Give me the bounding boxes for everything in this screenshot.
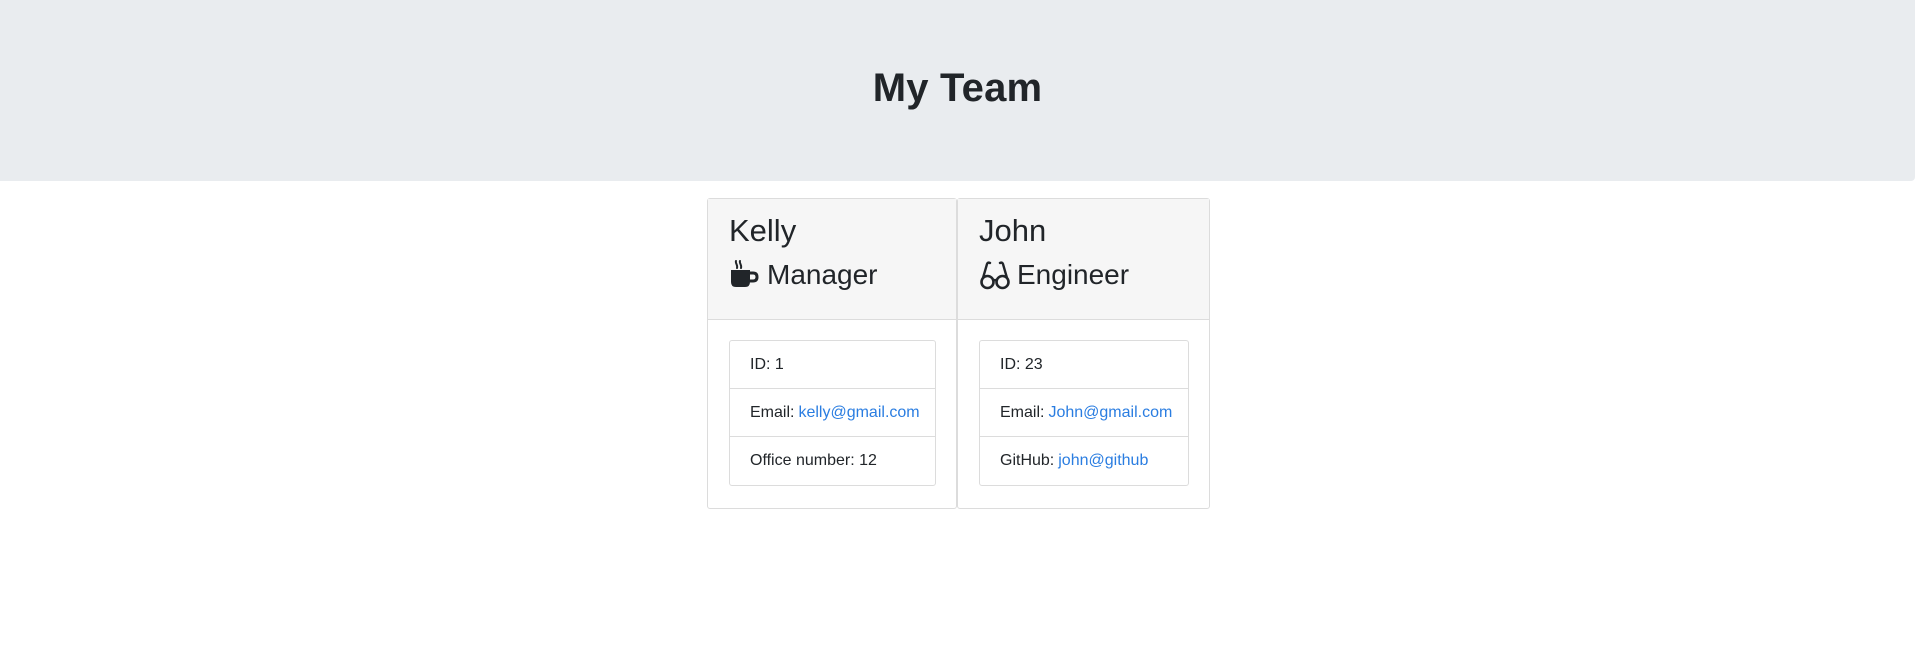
employee-details: ID: 23 Email: John@gmail.com GitHub: joh… [979,340,1189,486]
employee-name: John [979,213,1047,248]
role-label: Engineer [1017,259,1130,290]
team-cards: Kelly Manager ID: 1 Email: kelly@gmail.c… [707,198,1210,509]
page-title: My Team [872,66,1043,110]
card-header: Kelly Manager [708,199,956,320]
employee-role: Manager [729,258,936,292]
employee-email: Email: John@gmail.com [980,389,1188,437]
email-link[interactable]: John@gmail.com [1048,404,1172,422]
github-username: GitHub: john@github [1000,452,1149,470]
employee-card-manager: Kelly Manager ID: 1 Email: kelly@gmail.c… [707,198,957,509]
glasses-icon [979,260,1011,290]
card-header: John Engineer [958,199,1209,320]
email-link[interactable]: kelly@gmail.com [798,404,919,422]
employee-name: Kelly [729,213,797,248]
coffee-icon [729,260,761,290]
office-number: Office number: 12 [750,452,877,469]
employee-details: ID: 1 Email: kelly@gmail.com Office numb… [729,340,936,486]
card-body: ID: 1 Email: kelly@gmail.com Office numb… [708,320,956,486]
role-label: Manager [767,259,878,290]
github-link[interactable]: john@github [1058,452,1148,470]
employee-id: ID: 23 [980,341,1188,389]
employee-email: Email: kelly@gmail.com [730,389,935,437]
page-header: My Team [0,0,1915,181]
employee-id: ID: 1 [730,341,935,389]
card-body: ID: 23 Email: John@gmail.com GitHub: joh… [958,320,1209,486]
employee-role: Engineer [979,258,1189,292]
employee-card-engineer: John Engineer ID: 23 Email: John@gmail.c… [957,198,1210,509]
